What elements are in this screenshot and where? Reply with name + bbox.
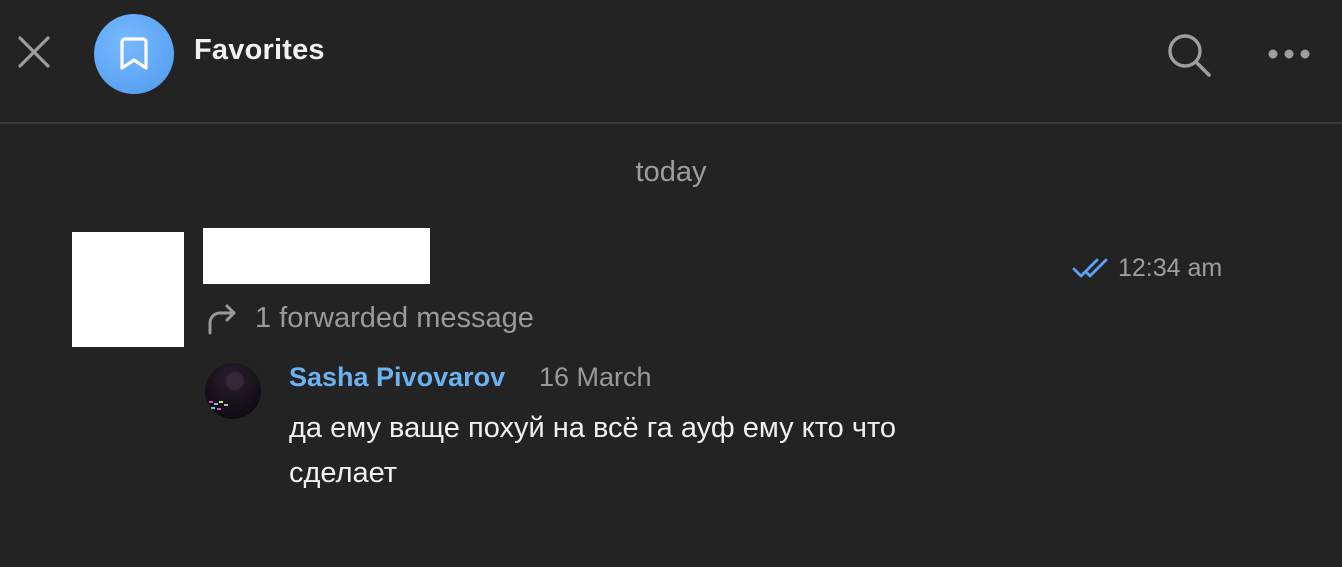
chat-title[interactable]: Favorites	[194, 34, 325, 67]
avatar-photo	[209, 372, 244, 410]
message-time: 12:34 am	[1072, 253, 1222, 283]
date-separator: today	[635, 156, 707, 188]
forwarded-header: 1 forwarded message	[205, 302, 534, 335]
forwarded-message-text: да ему ваще похуй на всё га ауф ему кто …	[289, 412, 897, 489]
forwarded-author-name[interactable]: Sasha Pivovarov	[289, 362, 505, 393]
favorites-avatar[interactable]	[94, 14, 174, 94]
sender-name-redacted[interactable]	[203, 228, 430, 284]
close-button[interactable]	[12, 30, 56, 74]
forwarded-label: 1 forwarded message	[255, 302, 534, 334]
forward-arrow-icon	[205, 303, 241, 335]
chat-header: Favorites	[0, 0, 1342, 124]
double-check-icon	[1072, 258, 1108, 278]
message-time-text: 12:34 am	[1118, 253, 1223, 282]
search-button[interactable]	[1162, 28, 1216, 82]
search-icon	[1168, 34, 1211, 77]
forwarded-date: 16 March	[539, 362, 652, 392]
close-icon	[18, 36, 50, 68]
sender-avatar[interactable]	[72, 232, 184, 347]
more-horizontal-icon	[1268, 49, 1310, 59]
forwarded-author-avatar[interactable]	[205, 363, 261, 419]
more-options-button[interactable]	[1262, 32, 1316, 76]
bookmark-icon	[120, 37, 148, 70]
